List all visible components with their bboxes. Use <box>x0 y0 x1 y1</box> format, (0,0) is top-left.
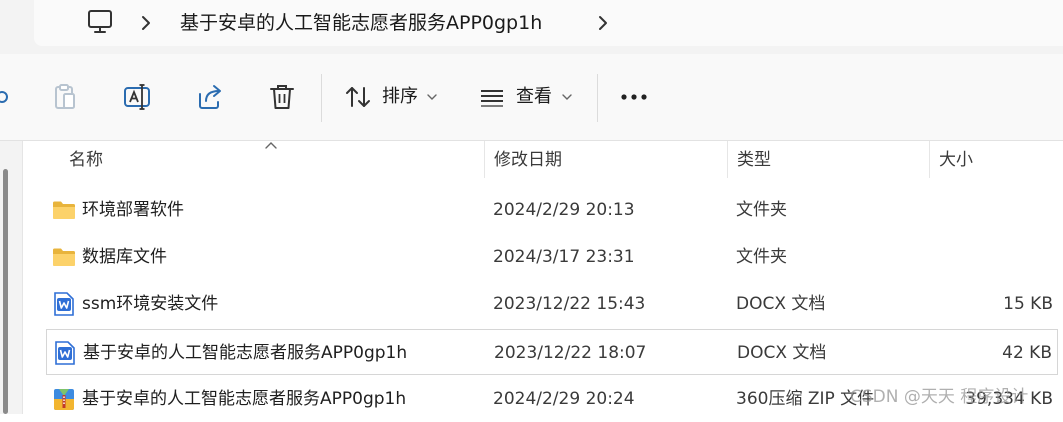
paste-button[interactable] <box>50 82 80 112</box>
column-divider[interactable] <box>484 141 485 178</box>
sort-label: 排序 <box>382 86 418 107</box>
command-toolbar: 排序 查看 <box>0 54 1063 141</box>
sort-ascending-indicator-icon <box>265 142 277 149</box>
file-name[interactable]: ssm环境安装文件 <box>82 292 218 316</box>
column-divider[interactable] <box>727 141 728 178</box>
file-modified: 2023/12/22 18:07 <box>494 343 647 363</box>
file-modified: 2024/2/29 20:24 <box>493 389 635 409</box>
file-modified: 2023/12/22 15:43 <box>493 294 646 314</box>
column-header-size[interactable]: 大小 <box>939 148 973 178</box>
address-bar: 基于安卓的人工智能志愿者服务APP0gp1h <box>0 0 1063 54</box>
file-row[interactable]: 数据库文件 2024/3/17 23:31 文件夹 <box>46 234 1058 280</box>
file-size: 42 KB <box>1002 343 1052 363</box>
word-doc-icon <box>54 292 74 316</box>
view-label: 查看 <box>516 86 552 107</box>
file-type: DOCX 文档 <box>737 343 827 363</box>
computer-icon[interactable] <box>86 9 114 35</box>
file-modified: 2024/2/29 20:13 <box>493 200 635 220</box>
file-name[interactable]: 基于安卓的人工智能志愿者服务APP0gp1h <box>83 341 407 365</box>
share-icon <box>199 85 221 109</box>
file-name[interactable]: 环境部署软件 <box>82 198 184 222</box>
toolbar-divider <box>597 74 598 122</box>
delete-icon <box>270 85 294 109</box>
chevron-right-icon[interactable] <box>597 14 609 32</box>
file-type: DOCX 文档 <box>736 294 826 314</box>
cut-icon <box>0 91 8 103</box>
column-header-name[interactable]: 名称 <box>69 148 103 178</box>
share-button[interactable] <box>195 82 225 112</box>
column-header-type[interactable]: 类型 <box>737 148 771 178</box>
file-modified: 2024/3/17 23:31 <box>493 247 635 267</box>
file-type: 文件夹 <box>736 247 787 267</box>
rename-button[interactable] <box>122 82 152 112</box>
column-divider[interactable] <box>929 141 930 178</box>
chevron-down-icon <box>562 94 572 100</box>
zip-archive-icon <box>54 389 74 410</box>
delete-button[interactable] <box>267 82 297 112</box>
file-row[interactable]: ssm环境安装文件 2023/12/22 15:43 DOCX 文档 15 KB <box>46 281 1058 327</box>
folder-icon <box>53 248 75 266</box>
more-horizontal-icon[interactable] <box>618 84 650 110</box>
sort-icon <box>346 87 370 107</box>
file-list: 名称 修改日期 类型 大小 环境部署软件 2024/2/29 20:13 文件夹… <box>0 141 1063 414</box>
view-menu-button[interactable]: 查看 <box>479 80 579 114</box>
column-header-modified[interactable]: 修改日期 <box>494 148 562 178</box>
rename-icon <box>124 84 150 110</box>
watermark-text: CSDN @天天 程序设计 <box>850 387 1029 407</box>
file-size: 15 KB <box>1003 294 1053 314</box>
file-name[interactable]: 基于安卓的人工智能志愿者服务APP0gp1h <box>82 387 406 411</box>
chevron-right-icon[interactable] <box>140 14 152 32</box>
file-name[interactable]: 数据库文件 <box>82 245 167 269</box>
view-list-icon <box>481 90 503 107</box>
paste-icon <box>55 84 75 109</box>
breadcrumb-current-folder[interactable]: 基于安卓的人工智能志愿者服务APP0gp1h <box>180 10 542 36</box>
word-doc-icon <box>55 341 75 365</box>
file-row-selected[interactable]: 基于安卓的人工智能志愿者服务APP0gp1h 2023/12/22 18:07 … <box>46 329 1058 375</box>
folder-icon <box>53 201 75 219</box>
navigation-pane-edge <box>0 141 23 414</box>
sort-menu-button[interactable]: 排序 <box>345 80 445 114</box>
chevron-down-icon <box>427 94 437 100</box>
toolbar-divider <box>321 74 322 122</box>
cut-button[interactable] <box>0 82 20 112</box>
navigation-scrollbar[interactable] <box>3 169 8 414</box>
file-type: 文件夹 <box>736 200 787 220</box>
breadcrumb[interactable]: 基于安卓的人工智能志愿者服务APP0gp1h <box>34 0 1063 46</box>
file-row[interactable]: 环境部署软件 2024/2/29 20:13 文件夹 <box>46 187 1058 233</box>
